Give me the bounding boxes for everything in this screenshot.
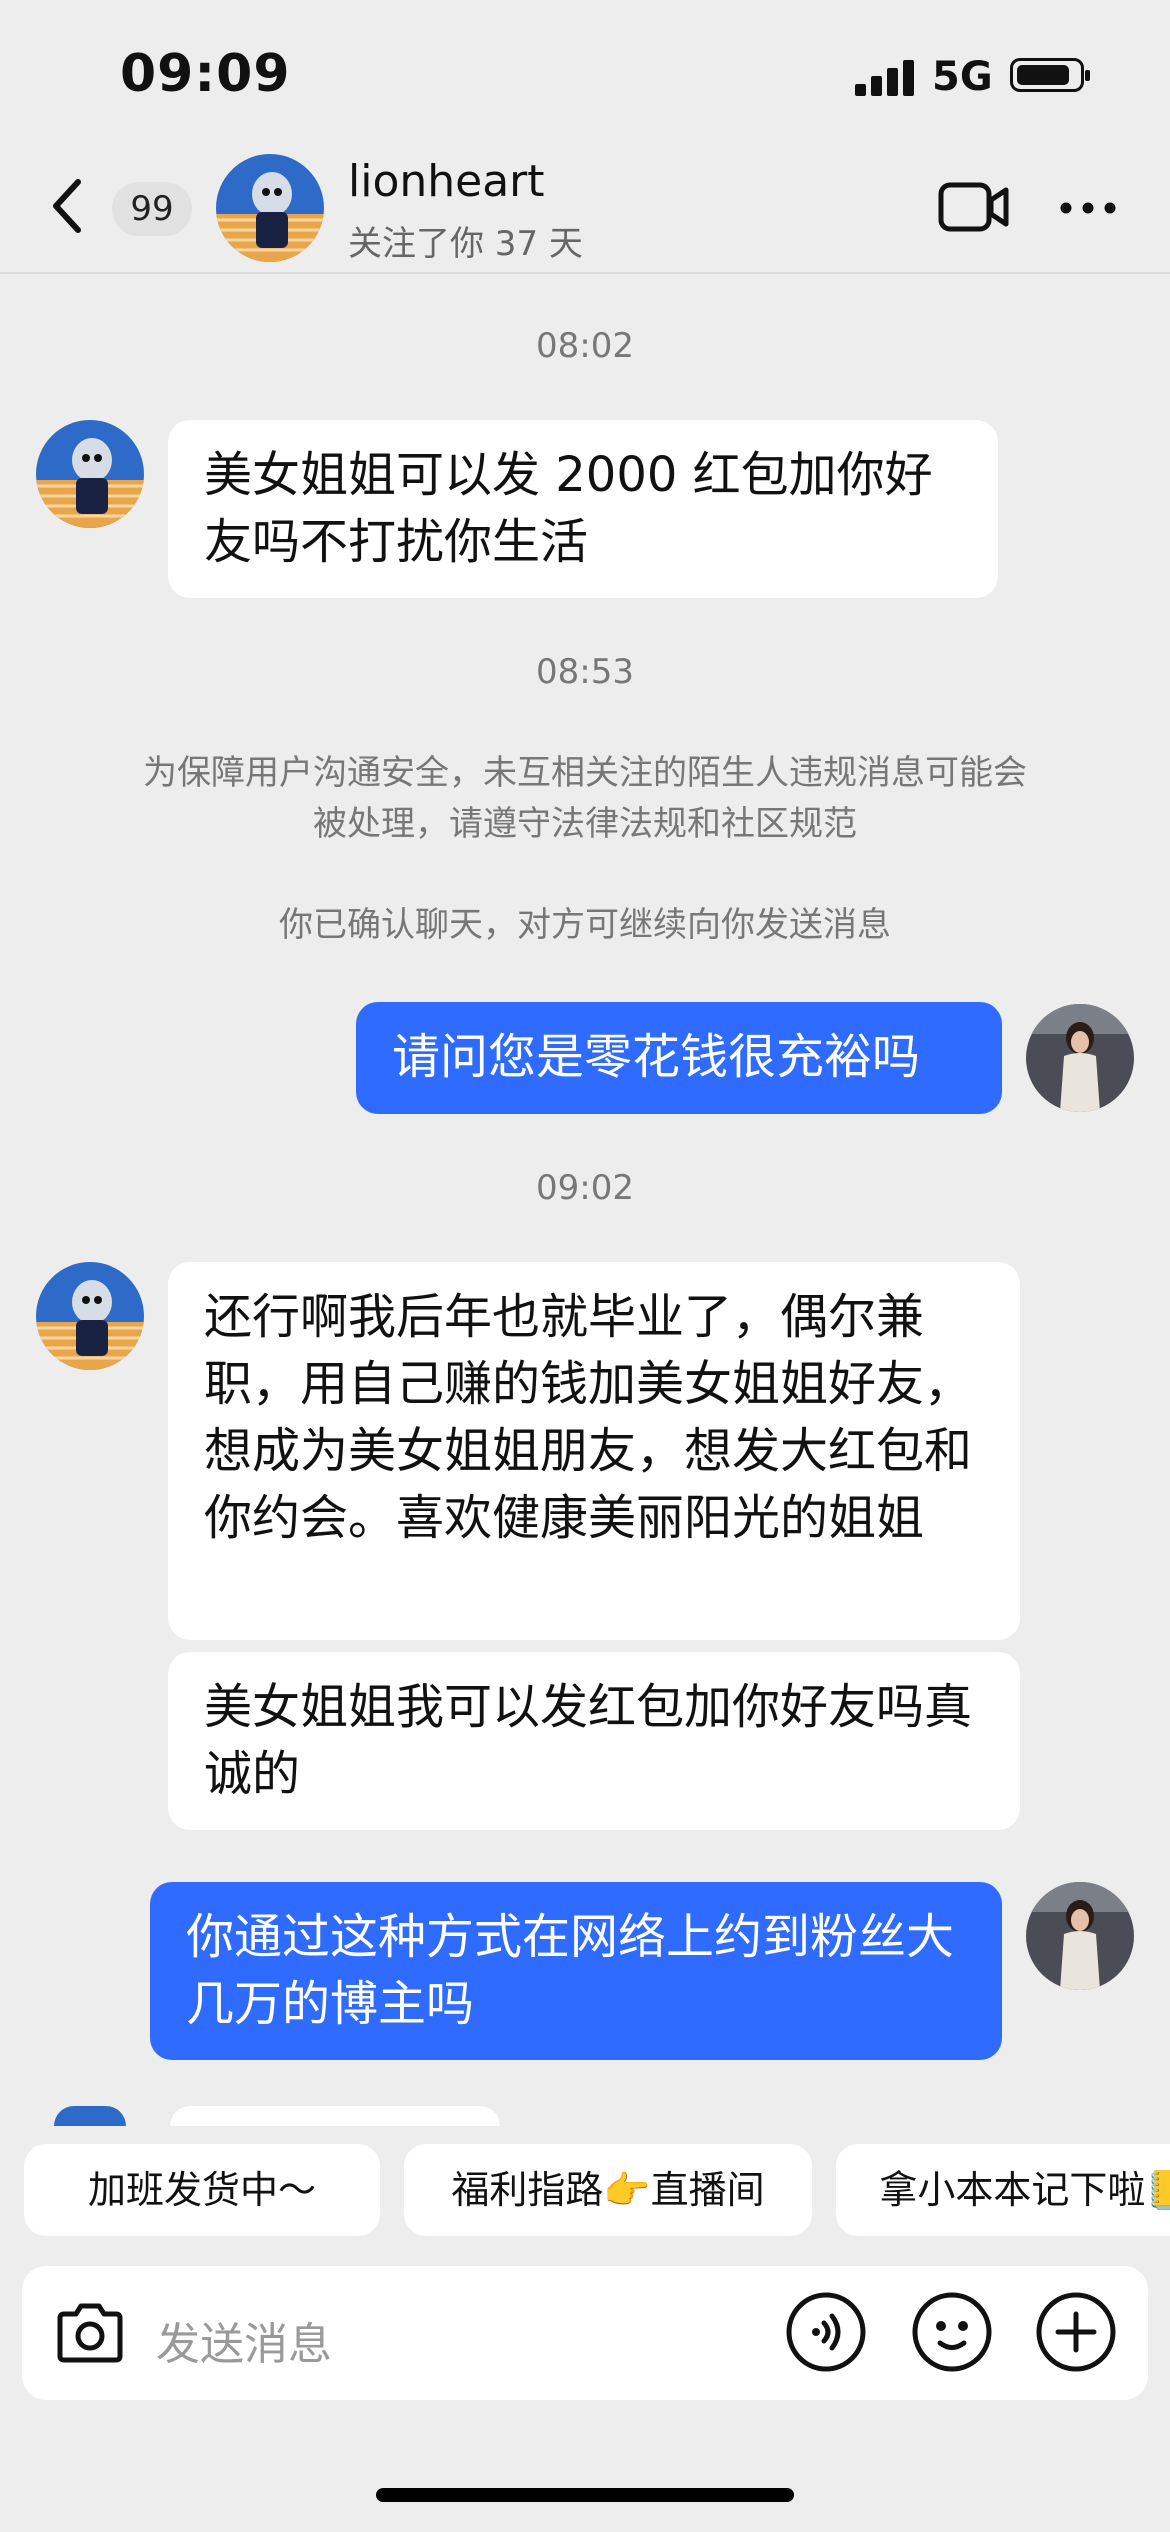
quick-reply-chip[interactable]: 拿小本本记下啦📒 <box>836 2144 1170 2236</box>
more-icon[interactable] <box>1058 200 1118 216</box>
contact-name[interactable]: lionheart <box>348 156 545 207</box>
quick-replies: 加班发货中～ 福利指路👉直播间 拿小本本记下啦📒 <box>0 2144 1170 2240</box>
contact-avatar <box>54 2106 126 2126</box>
follow-duration: 关注了你 37 天 <box>348 224 583 264</box>
message-input[interactable]: 发送消息 <box>156 2308 332 2372</box>
outgoing-message[interactable]: 请问您是零花钱很充裕吗 <box>356 1002 1002 1114</box>
unread-count-badge[interactable]: 99 <box>112 182 192 236</box>
chat-header: 99 lionheart 关注了你 37 天 <box>0 150 1170 274</box>
timestamp: 08:53 <box>536 652 634 692</box>
safety-notice: 为保障用户沟通安全，未互相关注的陌生人违规消息可能会被处理，请遵守法律法规和社区… <box>143 753 1027 844</box>
emoji-icon[interactable] <box>910 2290 994 2374</box>
status-time: 09:09 <box>120 44 291 104</box>
incoming-message[interactable]: 还行啊我后年也就毕业了，偶尔兼职，用自己赚的钱加美女姐姐好友，想成为美女姐姐朋友… <box>168 1262 1020 1640</box>
my-avatar[interactable] <box>1026 1882 1134 1990</box>
back-icon[interactable] <box>48 176 88 236</box>
contact-avatar[interactable] <box>216 154 324 262</box>
incoming-message[interactable]: 美女姐姐可以发 2000 红包加你好友吗不打扰你生活 <box>168 420 998 598</box>
quick-reply-chip[interactable]: 加班发货中～ <box>24 2144 380 2236</box>
timestamp: 09:02 <box>536 1168 634 1208</box>
video-call-icon[interactable] <box>938 180 1010 234</box>
timestamp: 08:02 <box>536 326 634 366</box>
my-avatar[interactable] <box>1026 1004 1134 1112</box>
home-indicator <box>376 2488 794 2502</box>
add-icon[interactable] <box>1034 2290 1118 2374</box>
signal-icon <box>855 60 915 96</box>
network-type: 5G <box>932 54 993 100</box>
incoming-message <box>170 2106 500 2126</box>
chat-confirmed-notice: 你已确认聊天，对方可继续向你发送消息 <box>279 905 891 945</box>
message-composer: 发送消息 <box>22 2266 1148 2400</box>
incoming-message[interactable]: 美女姐姐我可以发红包加你好友吗真诚的 <box>168 1652 1020 1830</box>
status-bar: 09:09 5G <box>0 0 1170 150</box>
contact-avatar[interactable] <box>36 1262 144 1370</box>
outgoing-message[interactable]: 你通过这种方式在网络上约到粉丝大几万的博主吗 <box>150 1882 1002 2060</box>
camera-icon[interactable] <box>52 2296 128 2372</box>
quick-reply-chip[interactable]: 福利指路👉直播间 <box>404 2144 812 2236</box>
contact-avatar[interactable] <box>36 420 144 528</box>
battery-icon <box>1010 58 1090 92</box>
voice-icon[interactable] <box>784 2290 868 2374</box>
